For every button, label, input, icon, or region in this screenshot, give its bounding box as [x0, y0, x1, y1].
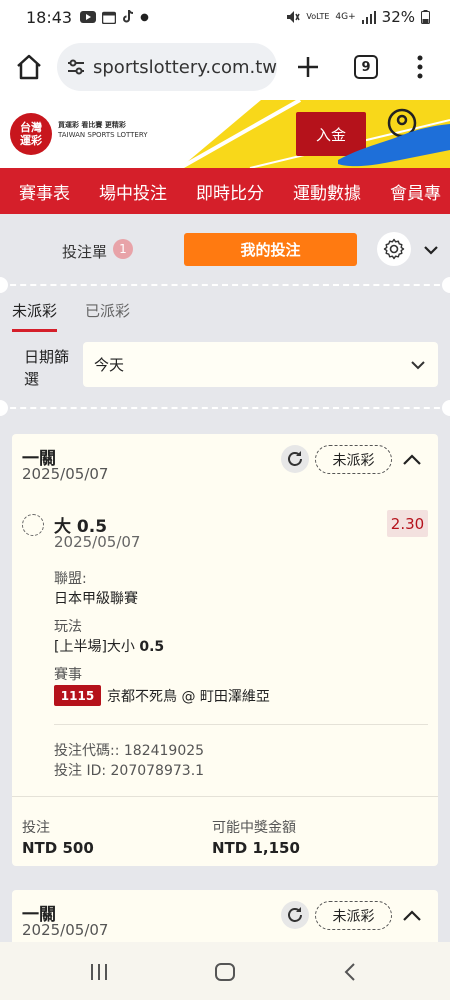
divider-notch: [442, 400, 450, 416]
match-name: 京都不死鳥 @ 町田澤維亞: [107, 689, 270, 705]
back-icon[interactable]: [340, 962, 362, 982]
mute-icon: [287, 11, 301, 23]
bet-date: 2025/05/07: [22, 921, 109, 939]
brand-tagline-en: TAIWAN SPORTS LOTTERY: [58, 131, 148, 139]
betslip-tab[interactable]: 投注單: [62, 241, 107, 262]
league-label: 聯盟:: [54, 571, 87, 587]
bet-date: 2025/05/07: [22, 465, 109, 483]
battery-icon: [421, 10, 430, 24]
browser-menu-icon[interactable]: [408, 52, 432, 82]
notification-icons: ●: [80, 10, 149, 24]
signal-icon: [361, 10, 376, 24]
refresh-icon: [288, 907, 302, 922]
address-bar[interactable]: sportslottery.com.tw: [57, 43, 277, 91]
bet-id: 投注 ID: 207078973.1: [54, 763, 205, 779]
redaction-scribble: [338, 124, 450, 167]
betslip-header: 投注單 1 我的投注: [0, 224, 450, 280]
bet-card: 一關 2025/05/07 未派彩 大 0.5 2025/05/07 2.30 …: [12, 434, 438, 866]
gear-icon: [383, 238, 405, 260]
status-time: 18:43: [26, 7, 73, 27]
divider-notch: [442, 277, 450, 293]
market-label: 玩法: [54, 619, 82, 635]
more-dot-icon: ●: [140, 11, 149, 23]
dashed-divider: [0, 284, 450, 286]
chevron-down-icon[interactable]: [423, 242, 439, 258]
youtube-icon: [80, 11, 97, 23]
network-label: 4G+: [335, 12, 356, 22]
settlement-tabs: 未派彩 已派彩: [12, 300, 130, 332]
home-icon[interactable]: [14, 52, 44, 82]
tiktok-icon: [123, 10, 134, 23]
home-button-icon[interactable]: [214, 962, 236, 982]
volte-label: VoLTE: [306, 12, 330, 21]
chevron-up-icon[interactable]: [402, 450, 422, 470]
battery-percent: 32%: [381, 8, 415, 26]
dashed-divider: [0, 407, 450, 409]
chevron-down-icon: [411, 361, 425, 370]
market-prefix: [上半場]大小: [54, 639, 140, 655]
bet-code: 投注代碼:: 182419025: [54, 743, 205, 759]
tab-settled[interactable]: 已派彩: [85, 300, 130, 332]
chevron-up-icon[interactable]: [402, 906, 422, 926]
system-nav-bar: [0, 942, 450, 1000]
tab-unsettled[interactable]: 未派彩: [12, 300, 58, 332]
brand-logo[interactable]: 台灣 運彩: [10, 113, 52, 155]
browser-toolbar: sportslottery.com.tw 9: [0, 34, 450, 100]
date-filter-label: 日期篩選: [24, 348, 70, 388]
new-tab-icon[interactable]: [293, 52, 323, 82]
recent-apps-icon[interactable]: [88, 962, 110, 982]
match-number-badge: 1115: [54, 685, 101, 706]
payout-label: 可能中獎金額: [212, 820, 296, 836]
selection-checkbox[interactable]: [22, 514, 44, 536]
tab-switcher-button[interactable]: 9: [354, 55, 378, 79]
nav-item-schedule[interactable]: 賽事表: [19, 179, 70, 204]
payout-value: NTD 1,150: [212, 839, 300, 857]
site-header: 台灣 運彩 買運彩 看比賽 更精彩 TAIWAN SPORTS LOTTERY 入…: [0, 100, 450, 168]
card-divider: [54, 724, 428, 725]
my-bets-button[interactable]: 我的投注: [184, 233, 357, 266]
refresh-button[interactable]: [281, 445, 309, 473]
nav-item-member[interactable]: 會員專: [390, 179, 441, 204]
nav-item-sports-data[interactable]: 運動數據: [293, 179, 361, 204]
status-badge: 未派彩: [315, 901, 392, 930]
site-settings-icon[interactable]: [65, 56, 87, 78]
stake-label: 投注: [22, 820, 50, 836]
brand-tagline: 買運彩 看比賽 更精彩 TAIWAN SPORTS LOTTERY: [58, 120, 148, 140]
refresh-button[interactable]: [281, 901, 309, 929]
main-nav: 賽事表 場中投注 即時比分 運動數據 會員專: [0, 168, 450, 214]
divider-notch: [0, 400, 8, 416]
bet-card-footer: 投注 NTD 500 可能中獎金額 NTD 1,150: [12, 796, 438, 866]
status-badge: 未派彩: [315, 445, 392, 474]
stake-value: NTD 500: [22, 839, 94, 857]
selection-date: 2025/05/07: [54, 533, 141, 551]
brand-tagline-zh: 買運彩 看比賽 更精彩: [58, 121, 126, 129]
nav-item-live-scores[interactable]: 即時比分: [196, 179, 264, 204]
market-value: [上半場]大小 0.5: [54, 636, 164, 656]
odds-value: 2.30: [387, 510, 428, 537]
settings-button[interactable]: [377, 232, 411, 266]
bet-card: 一關 2025/05/07 未派彩: [12, 890, 438, 950]
url-text[interactable]: sportslottery.com.tw: [93, 57, 277, 78]
nav-item-live-betting[interactable]: 場中投注: [99, 179, 167, 204]
status-bar: 18:43 ● VoLTE 4G+ 32%: [0, 0, 450, 34]
league-value: 日本甲級聯賽: [54, 591, 138, 607]
calendar-icon: [102, 11, 117, 24]
betslip-count-badge: 1: [113, 239, 133, 259]
date-filter-value: 今天: [94, 356, 125, 374]
market-line: 0.5: [139, 639, 165, 655]
refresh-icon: [288, 451, 302, 466]
event-label: 賽事: [54, 667, 82, 683]
date-filter-select[interactable]: 今天: [83, 342, 438, 387]
